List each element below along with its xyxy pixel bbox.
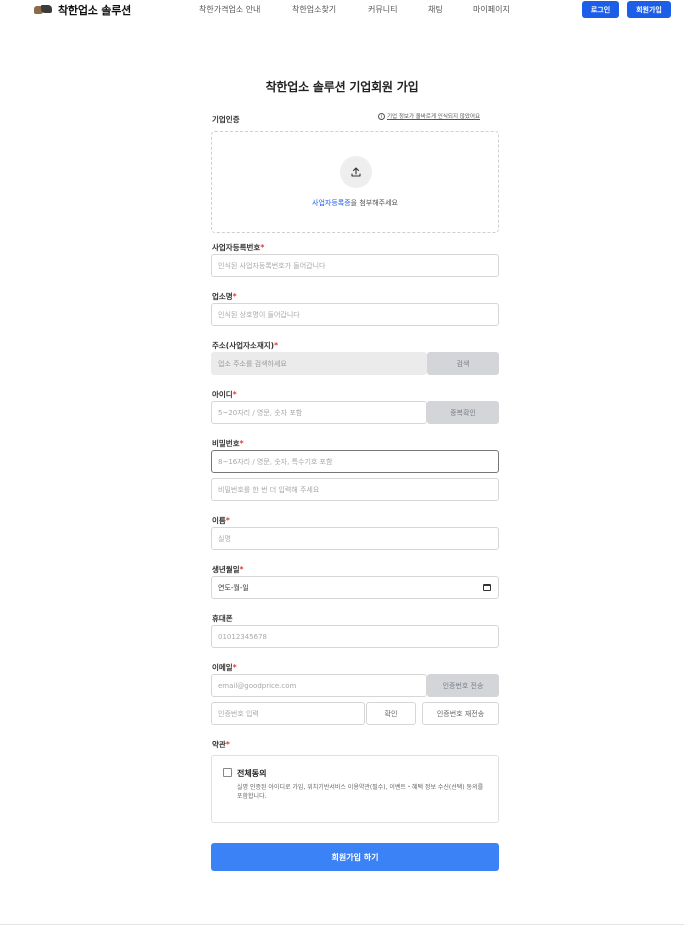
agree-all-checkbox[interactable]	[223, 768, 232, 777]
upload-button[interactable]	[340, 156, 372, 188]
agree-description: 실명 인증된 아이디로 가입, 위치기반서비스 이용약관(필수), 이벤트・혜택…	[237, 784, 484, 800]
nav-item-community[interactable]: 커뮤니티	[368, 4, 397, 15]
phone-label: 휴대폰	[212, 614, 233, 623]
nav-item-find-store[interactable]: 착한업소찾기	[292, 4, 336, 15]
store-name-input[interactable]: 인식된 상호명이 들어갑니다	[211, 303, 499, 326]
birth-label: 생년월일*	[212, 565, 244, 574]
email-input[interactable]: email@goodprice.com	[211, 674, 427, 697]
name-input[interactable]: 실명	[211, 527, 499, 550]
nav-item-mypage[interactable]: 마이페이지	[473, 4, 510, 15]
upload-dropzone[interactable]: 사업자등록증을 첨부해주세요	[211, 131, 499, 233]
footer-divider	[0, 924, 684, 925]
id-check-button[interactable]: 중복확인	[427, 401, 499, 424]
password-input[interactable]: 8~16자리 / 영문, 숫자, 특수기호 포함	[211, 450, 499, 473]
terms-box: 전체동의 실명 인증된 아이디로 가입, 위치기반서비스 이용약관(필수), 이…	[211, 755, 499, 823]
page-title: 착한업소 솔루션 기업회원 가입	[265, 80, 419, 94]
id-label: 아이디*	[212, 390, 237, 399]
birth-date-input[interactable]: 연도-월-일	[211, 576, 499, 599]
cert-label: 기업인증	[212, 115, 240, 124]
verification-code-input[interactable]: 인증번호 입력	[211, 702, 365, 725]
store-name-label: 업소명*	[212, 292, 237, 301]
upload-instruction: 사업자등록증을 첨부해주세요	[212, 198, 498, 208]
biz-no-input[interactable]: 인식된 사업자등록번호가 들어갑니다	[211, 254, 499, 277]
password-label: 비밀번호*	[212, 439, 244, 448]
email-label: 이메일*	[212, 663, 237, 672]
name-label: 이름*	[212, 516, 230, 525]
address-search-button[interactable]: 검색	[427, 352, 499, 375]
address-input[interactable]: 업소 주소를 검색하세요	[211, 352, 427, 375]
nav-item-guide[interactable]: 착한가격업소 안내	[199, 4, 260, 15]
password-confirm-input[interactable]: 비밀번호를 한 번 더 입력해 주세요	[211, 478, 499, 501]
phone-input[interactable]: 01012345678	[211, 625, 499, 648]
info-icon: i	[378, 112, 385, 120]
upload-link[interactable]: 사업자등록증	[312, 199, 351, 207]
biz-no-label: 사업자등록번호*	[212, 243, 265, 252]
terms-label: 약관*	[212, 740, 230, 749]
top-header: 착한업소 솔루션 착한가격업소 안내 착한업소찾기 커뮤니티 채팅 마이페이지 …	[0, 0, 684, 20]
login-button[interactable]: 로그인	[582, 1, 619, 18]
cert-note-text: 기업 정보가 올바르게 인식되지 않았어요	[387, 114, 481, 120]
address-label: 주소(사업자소재지)*	[212, 341, 278, 350]
submit-button[interactable]: 회원가입 하기	[211, 843, 499, 871]
calendar-icon[interactable]	[483, 584, 491, 591]
upload-icon	[351, 167, 361, 177]
signup-button[interactable]: 회원가입	[627, 1, 671, 18]
email-send-code-button[interactable]: 인증번호 전송	[427, 674, 499, 697]
id-input[interactable]: 5~20자리 / 영문, 숫자 포함	[211, 401, 427, 424]
birth-date-value: 연도-월-일	[218, 583, 249, 592]
nav-item-chat[interactable]: 채팅	[428, 4, 443, 15]
cert-note-link[interactable]: i 기업 정보가 올바르게 인식되지 않았어요	[378, 112, 480, 120]
verify-code-button[interactable]: 확인	[366, 702, 416, 725]
agree-all-label[interactable]: 전체동의	[237, 768, 266, 779]
upload-text: 을 첨부해주세요	[350, 199, 398, 207]
resend-code-button[interactable]: 인증번호 재전송	[422, 702, 499, 725]
